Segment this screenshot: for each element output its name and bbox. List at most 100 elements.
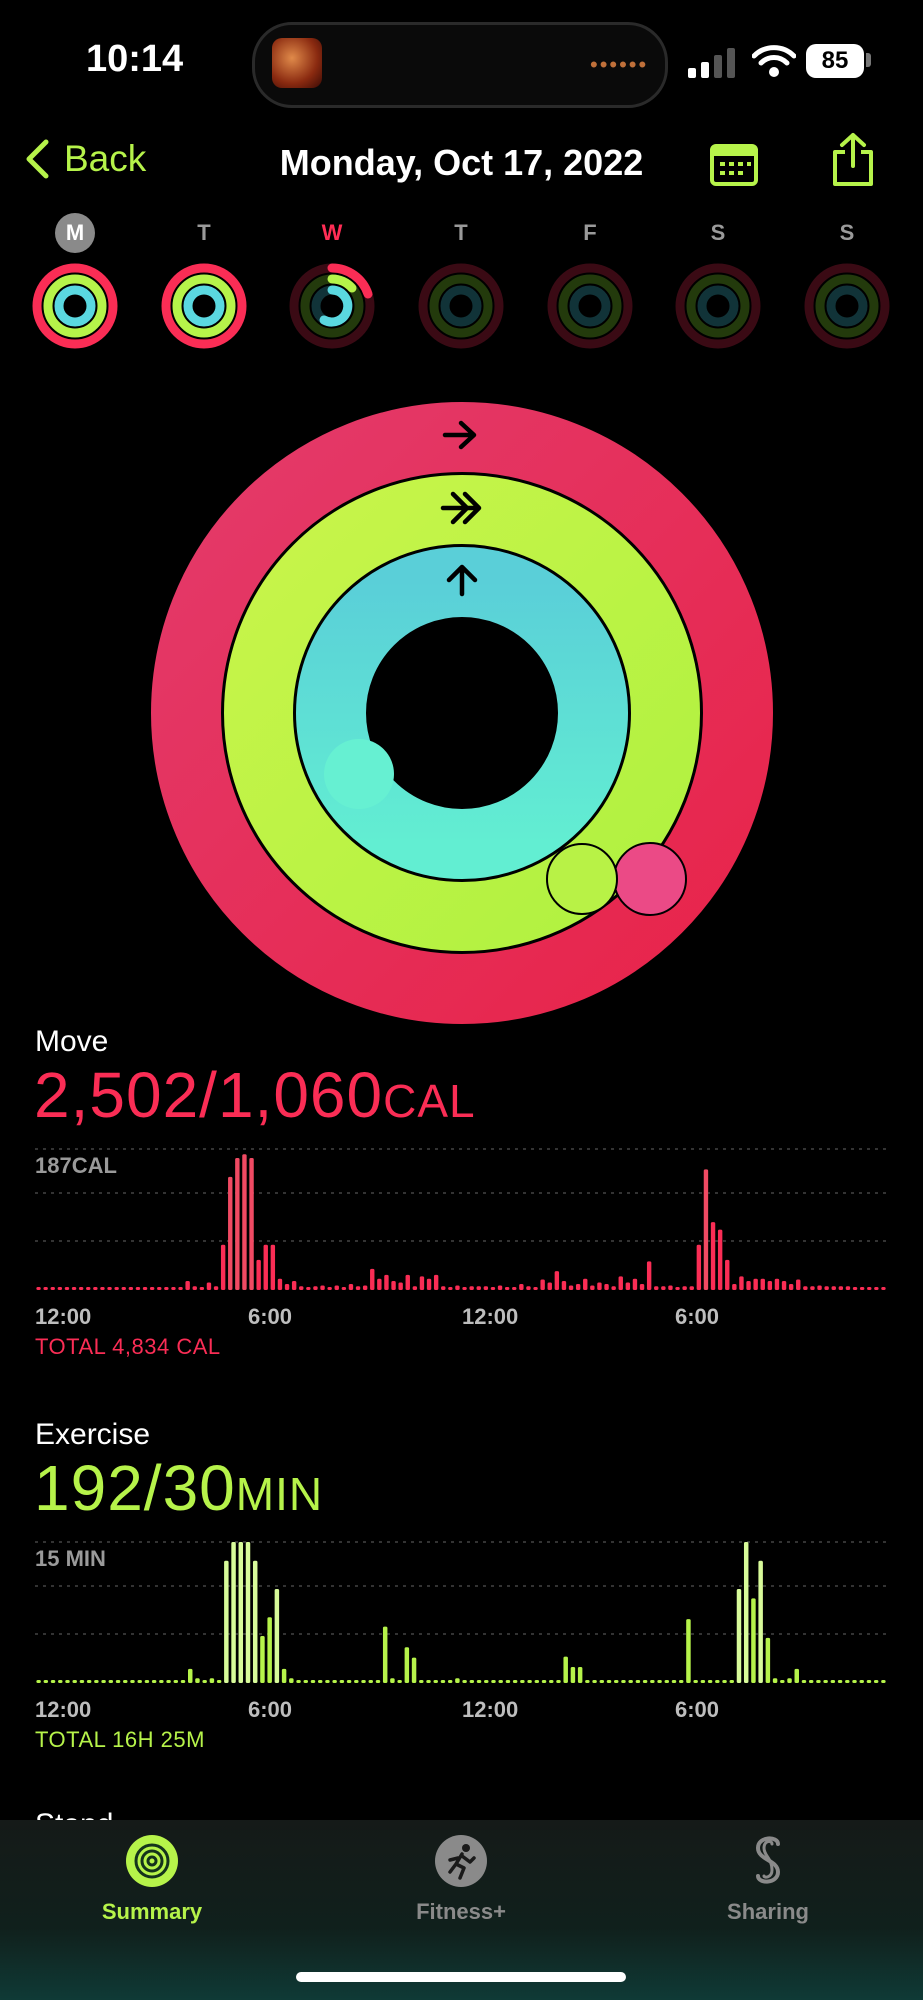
chart-bar bbox=[497, 1285, 503, 1290]
chart-bar bbox=[289, 1678, 294, 1683]
chart-bar bbox=[50, 1287, 55, 1290]
chart-bar bbox=[845, 1286, 851, 1290]
chart-bar bbox=[852, 1680, 857, 1683]
chart-bar bbox=[405, 1274, 410, 1290]
chart-bar bbox=[823, 1680, 828, 1683]
chart-bar bbox=[743, 1542, 749, 1683]
chart-bar bbox=[650, 1680, 655, 1683]
chart-bar bbox=[426, 1680, 431, 1683]
tab-summary[interactable]: Summary bbox=[52, 1835, 252, 1925]
activity-ring-wednesday[interactable] bbox=[288, 262, 376, 350]
activity-ring-sunday[interactable] bbox=[803, 262, 891, 350]
chart-bar bbox=[303, 1680, 308, 1683]
chart-bar bbox=[440, 1680, 446, 1683]
chart-bar bbox=[746, 1280, 751, 1290]
activity-rings[interactable] bbox=[147, 398, 777, 1028]
chart-bar bbox=[700, 1680, 706, 1683]
chart-bar bbox=[78, 1287, 84, 1290]
move-title: Move bbox=[35, 1025, 109, 1058]
tab-sharing[interactable]: Sharing bbox=[668, 1835, 868, 1925]
chart-bar bbox=[469, 1680, 475, 1683]
chart-bar bbox=[166, 1680, 171, 1683]
chart-bar bbox=[661, 1286, 666, 1290]
chart-bar bbox=[632, 1278, 638, 1290]
day-label: S bbox=[710, 220, 726, 245]
chart-bar bbox=[245, 1542, 251, 1683]
move-value-number: 2,502/1,060 bbox=[34, 1059, 384, 1131]
chart-bar bbox=[874, 1287, 879, 1290]
chart-bar bbox=[185, 1280, 190, 1290]
move-ring-end bbox=[613, 842, 687, 916]
activity-ring-monday[interactable] bbox=[31, 262, 119, 350]
chart-bar bbox=[678, 1680, 684, 1683]
chart-bar bbox=[628, 1680, 633, 1683]
share-icon[interactable] bbox=[830, 132, 876, 188]
chart-bar bbox=[541, 1680, 547, 1683]
chart-bar bbox=[664, 1680, 670, 1683]
tab-sharing-label: Sharing bbox=[727, 1899, 809, 1924]
status-time: 10:14 bbox=[86, 38, 184, 80]
chart-bar bbox=[654, 1286, 659, 1290]
chart-bar bbox=[703, 1169, 709, 1290]
tab-summary-label: Summary bbox=[101, 1899, 203, 1924]
calendar-icon[interactable] bbox=[710, 140, 758, 186]
chart-bar bbox=[325, 1680, 330, 1683]
battery-tip bbox=[866, 53, 871, 67]
chart-bar bbox=[455, 1285, 460, 1290]
chart-bar bbox=[355, 1286, 361, 1290]
chart-bar bbox=[462, 1287, 467, 1290]
chart-bar bbox=[71, 1287, 77, 1290]
chart-bar bbox=[375, 1680, 381, 1683]
activity-ring-friday[interactable] bbox=[546, 262, 634, 350]
chart-bar bbox=[592, 1680, 597, 1683]
chart-bar bbox=[361, 1680, 366, 1683]
chart-bar bbox=[171, 1287, 176, 1290]
chart-bar bbox=[346, 1680, 352, 1683]
chart-bar bbox=[732, 1283, 737, 1290]
chart-bar bbox=[772, 1678, 778, 1683]
chart-bar bbox=[249, 1158, 254, 1290]
tab-fitness-plus[interactable]: Fitness+ bbox=[361, 1835, 561, 1925]
chart-bar bbox=[753, 1278, 758, 1290]
chart-bar bbox=[635, 1680, 641, 1683]
chart-bar bbox=[729, 1680, 734, 1683]
chart-bar bbox=[765, 1637, 771, 1683]
chart-bar bbox=[100, 1287, 105, 1290]
chart-bar bbox=[121, 1287, 126, 1290]
chart-bar bbox=[93, 1287, 98, 1290]
chart-bar bbox=[135, 1287, 141, 1290]
chart-bar bbox=[597, 1282, 602, 1290]
chart-bar bbox=[130, 1680, 135, 1683]
chart-bar bbox=[642, 1680, 648, 1683]
home-indicator[interactable] bbox=[296, 1972, 626, 1982]
chart-bar bbox=[334, 1285, 339, 1290]
chart-bar bbox=[149, 1287, 155, 1290]
chart-bar bbox=[43, 1287, 48, 1290]
chart-bar bbox=[767, 1280, 773, 1290]
chart-bar bbox=[277, 1278, 283, 1290]
chart-bar bbox=[675, 1286, 680, 1290]
chart-bar bbox=[722, 1680, 727, 1683]
chart-bar bbox=[590, 1285, 595, 1290]
chart-bar bbox=[816, 1680, 821, 1683]
chart-bar bbox=[180, 1680, 186, 1683]
activity-ring-tuesday[interactable] bbox=[160, 262, 248, 350]
chart-bar bbox=[310, 1680, 316, 1683]
day-label: M bbox=[55, 213, 95, 253]
now-playing-artwork[interactable] bbox=[272, 38, 322, 88]
chart-bar bbox=[781, 1280, 787, 1290]
chart-bar bbox=[739, 1276, 744, 1290]
chart-bar bbox=[281, 1668, 287, 1683]
chart-bar bbox=[490, 1286, 496, 1290]
chart-bar bbox=[837, 1680, 843, 1683]
chart-bar bbox=[238, 1542, 244, 1683]
activity-ring-saturday[interactable] bbox=[674, 262, 762, 350]
chart-bar bbox=[384, 1274, 389, 1290]
chart-bar bbox=[568, 1285, 574, 1290]
chart-bar bbox=[199, 1286, 205, 1290]
chart-bar bbox=[448, 1286, 453, 1290]
exercise-axis-label: 12:00 bbox=[35, 1697, 92, 1722]
chart-bar bbox=[707, 1680, 713, 1683]
chart-bar bbox=[370, 1268, 375, 1290]
activity-ring-thursday[interactable] bbox=[417, 262, 505, 350]
